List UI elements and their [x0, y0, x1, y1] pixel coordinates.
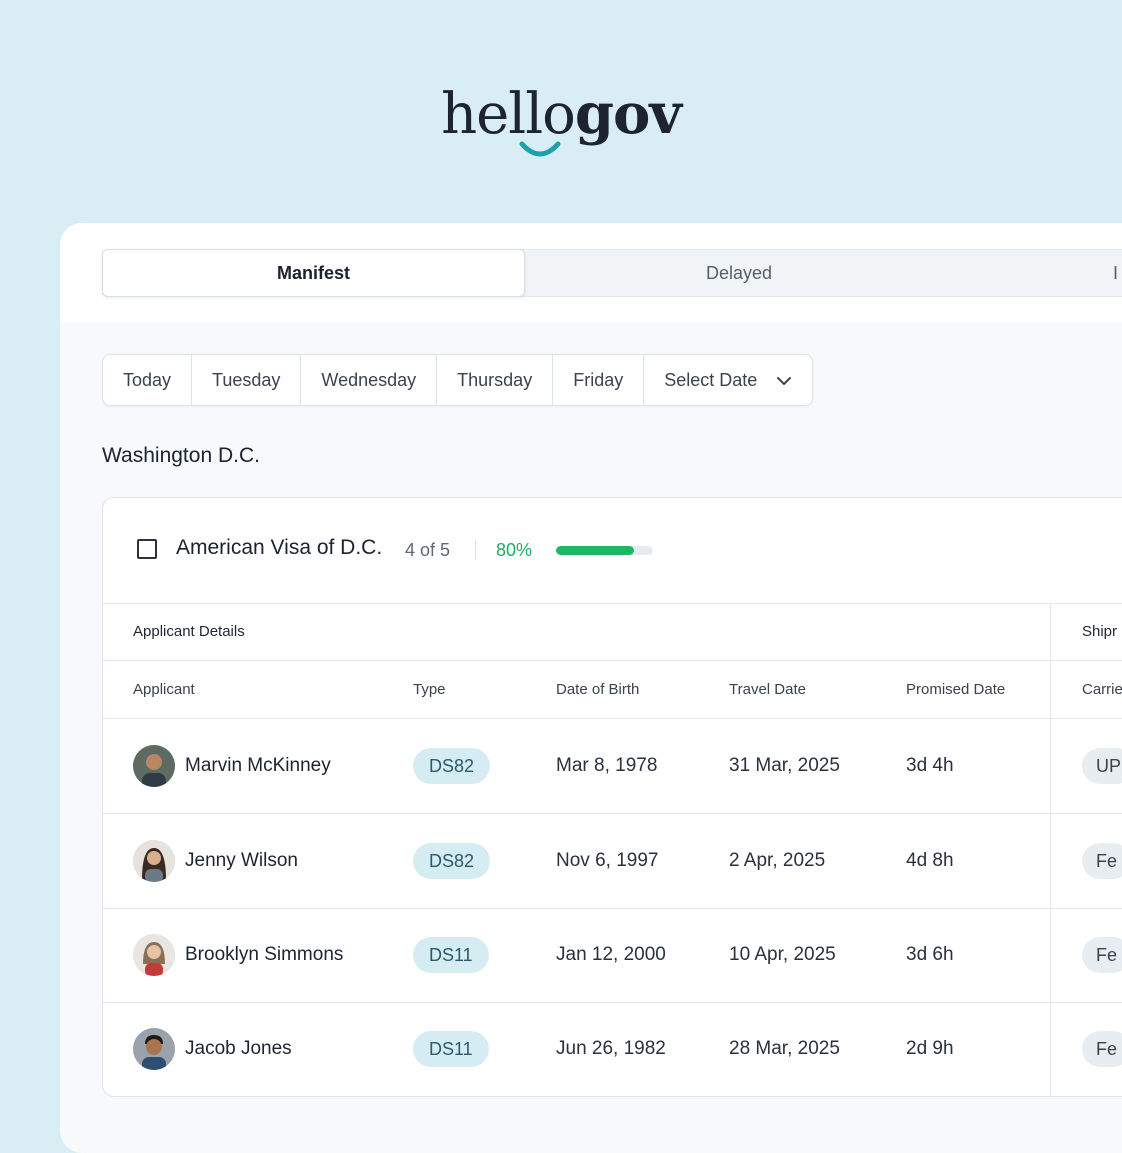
- column-header-row: Applicant Type Date of Birth Travel Date…: [103, 661, 1122, 719]
- promised-date: 3d 4h: [906, 755, 954, 776]
- hellogov-logo: hellogov: [0, 84, 1122, 145]
- table-row[interactable]: Brooklyn Simmons DS11 Jan 12, 2000 10 Ap…: [103, 908, 1122, 1003]
- carrier-badge: Fe: [1082, 1031, 1122, 1067]
- date-of-birth: Nov 6, 1997: [556, 850, 659, 871]
- table-row[interactable]: Jenny Wilson DS82 Nov 6, 1997 2 Apr, 202…: [103, 814, 1122, 909]
- group-header-applicant-details: Applicant Details: [133, 623, 245, 640]
- logo-text-gov: gov: [574, 81, 682, 147]
- tab-group: Manifest Delayed I: [102, 249, 1122, 297]
- travel-date: 28 Mar, 2025: [729, 1038, 840, 1059]
- avatar: [133, 745, 175, 787]
- date-of-birth: Jun 26, 1982: [556, 1038, 666, 1059]
- date-of-birth: Jan 12, 2000: [556, 944, 666, 965]
- travel-date: 10 Apr, 2025: [729, 944, 836, 965]
- column-header-carrier[interactable]: Carrie: [1082, 681, 1122, 698]
- type-badge: DS11: [413, 937, 489, 973]
- column-header-travel-date[interactable]: Travel Date: [729, 681, 806, 698]
- city-heading: Washington D.C.: [102, 444, 260, 467]
- progress-bar-fill: [556, 546, 634, 555]
- agency-name: American Visa of D.C.: [176, 536, 383, 559]
- column-header-dob[interactable]: Date of Birth: [556, 681, 639, 698]
- applicant-name[interactable]: Brooklyn Simmons: [185, 944, 343, 966]
- agency-count: 4 of 5: [405, 540, 451, 560]
- promised-date: 4d 8h: [906, 850, 954, 871]
- divider: [475, 540, 476, 560]
- carrier-badge: Fe: [1082, 937, 1122, 973]
- group-header-shipping: Shipr: [1082, 623, 1118, 640]
- avatar: [133, 840, 175, 882]
- date-filter-friday[interactable]: Friday: [553, 355, 645, 405]
- table-row[interactable]: Jacob Jones DS11 Jun 26, 1982 28 Mar, 20…: [103, 1002, 1122, 1096]
- avatar: [133, 1028, 175, 1070]
- type-badge: DS82: [413, 748, 491, 784]
- carrier-badge: UP: [1082, 748, 1122, 784]
- table-row[interactable]: Marvin McKinney DS82 Mar 8, 1978 31 Mar,…: [103, 719, 1122, 814]
- date-of-birth: Mar 8, 1978: [556, 755, 658, 776]
- progress-bar: [556, 546, 653, 555]
- applicant-name[interactable]: Marvin McKinney: [185, 755, 331, 777]
- agency-panel: American Visa of D.C. 4 of 5 80% Applica…: [102, 497, 1122, 1097]
- select-date-dropdown[interactable]: Select Date: [644, 355, 812, 405]
- tab-bar: Manifest Delayed I: [60, 223, 1122, 323]
- applicant-name[interactable]: Jacob Jones: [185, 1038, 292, 1060]
- select-date-label: Select Date: [664, 370, 758, 390]
- date-filter-wednesday[interactable]: Wednesday: [301, 355, 438, 405]
- travel-date: 31 Mar, 2025: [729, 755, 840, 776]
- manifest-card: Manifest Delayed I Today Tuesday Wednesd…: [60, 223, 1122, 1153]
- column-header-type[interactable]: Type: [413, 681, 446, 698]
- tab-manifest[interactable]: Manifest: [102, 249, 525, 297]
- smile-icon: [519, 141, 561, 157]
- applicant-name[interactable]: Jenny Wilson: [185, 850, 298, 872]
- promised-date: 3d 6h: [906, 944, 954, 965]
- tab-third[interactable]: I: [1113, 250, 1122, 296]
- promised-date: 2d 9h: [906, 1038, 954, 1059]
- column-header-promised-date[interactable]: Promised Date: [906, 681, 1005, 698]
- travel-date: 2 Apr, 2025: [729, 850, 826, 871]
- avatar: [133, 934, 175, 976]
- agency-header: American Visa of D.C. 4 of 5 80%: [103, 498, 1122, 604]
- date-filter-today[interactable]: Today: [103, 355, 193, 405]
- column-header-applicant[interactable]: Applicant: [133, 681, 195, 698]
- group-header-row: Applicant Details Shipr: [103, 603, 1122, 661]
- date-filter-thursday[interactable]: Thursday: [437, 355, 554, 405]
- tab-delayed[interactable]: Delayed: [525, 250, 953, 296]
- chevron-down-icon: [777, 377, 792, 386]
- logo-text-hello: hello: [441, 82, 576, 147]
- type-badge: DS11: [413, 1031, 489, 1067]
- agency-checkbox[interactable]: [137, 539, 157, 559]
- date-filter-tuesday[interactable]: Tuesday: [192, 355, 302, 405]
- date-filter-group: Today Tuesday Wednesday Thursday Friday …: [102, 354, 814, 406]
- carrier-badge: Fe: [1082, 843, 1122, 879]
- progress-percent: 80%: [496, 540, 533, 560]
- type-badge: DS82: [413, 843, 491, 879]
